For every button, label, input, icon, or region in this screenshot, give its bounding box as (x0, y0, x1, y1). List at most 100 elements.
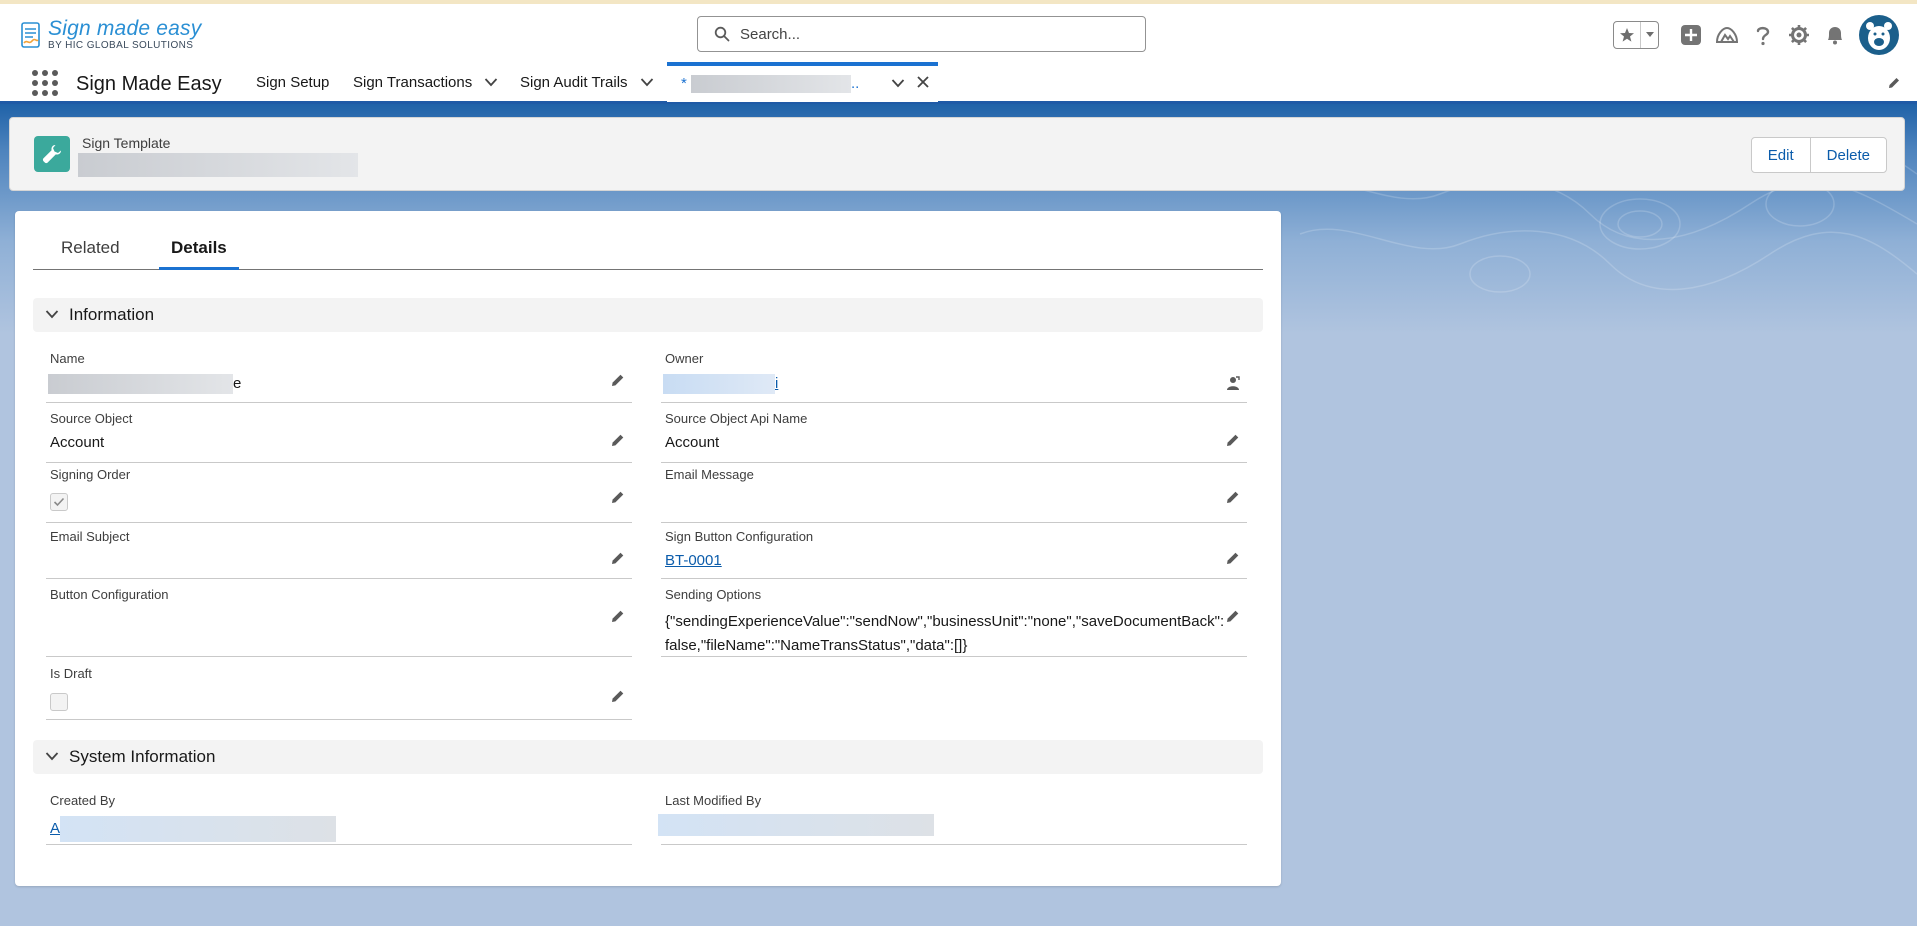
is-draft-checkbox (50, 693, 68, 711)
field-label: Name (50, 351, 85, 366)
field-label: Sending Options (665, 587, 762, 602)
nav-item-label: Sign Setup (256, 74, 330, 91)
inline-edit-pencil-icon[interactable] (1225, 608, 1241, 624)
field-label: Created By (50, 793, 116, 808)
field-source-object: Source Object Account (46, 411, 632, 463)
redacted-record-name (691, 75, 852, 94)
field-label: Last Modified By (665, 793, 762, 808)
field-label: Signing Order (50, 467, 131, 482)
logo-subtitle: BY HIC GLOBAL SOLUTIONS (48, 40, 194, 51)
app-logo[interactable]: Sign made easy BY HIC GLOBAL SOLUTIONS (20, 18, 201, 51)
record-highlights-panel: Sign Template Edit Delete (9, 117, 1905, 191)
setup-gear-icon[interactable] (1781, 17, 1817, 53)
search-icon (714, 26, 730, 42)
field-owner: Owner i (661, 351, 1247, 403)
field-sending-options: Sending Options {"sendingExperienceValue… (661, 587, 1247, 657)
global-header: Sign made easy BY HIC GLOBAL SOLUTIONS (0, 0, 1917, 64)
field-name: Name e (46, 351, 632, 403)
inline-edit-pencil-icon[interactable] (610, 372, 626, 388)
app-name: Sign Made Easy (76, 73, 222, 95)
record-tabs: Related Details (33, 211, 1263, 270)
nav-item-sign-audit-trails[interactable]: Sign Audit Trails (520, 74, 654, 91)
field-label: Sign Button Configuration (665, 529, 814, 544)
field-email-message: Email Message (661, 467, 1247, 523)
notifications-bell-icon[interactable] (1817, 17, 1853, 53)
inline-edit-pencil-icon[interactable] (1225, 432, 1241, 448)
field-value: Account (50, 434, 105, 451)
nav-item-label: Sign Transactions (353, 74, 473, 91)
last-modified-by-link[interactable] (658, 814, 934, 836)
chevron-down-icon[interactable] (640, 74, 654, 91)
tab-details[interactable]: Details (159, 238, 239, 270)
field-last-modified-by: Last Modified By (658, 793, 1247, 845)
section-title: Information (69, 305, 155, 324)
field-signing-order: Signing Order (46, 467, 632, 523)
inline-edit-pencil-icon[interactable] (1225, 550, 1241, 566)
nav-item-sign-transactions[interactable]: Sign Transactions (353, 74, 498, 91)
inline-edit-pencil-icon[interactable] (1225, 489, 1241, 505)
field-value: e (48, 374, 241, 394)
inline-edit-pencil-icon[interactable] (610, 608, 626, 624)
field-label: Button Configuration (50, 587, 169, 602)
field-source-object-api-name: Source Object Api Name Account (661, 411, 1247, 463)
field-label: Email Subject (50, 529, 130, 544)
close-tab-icon[interactable] (917, 75, 929, 93)
field-sign-button-configuration: Sign Button Configuration BT-0001 (661, 529, 1247, 579)
trailhead-icon[interactable] (1709, 17, 1745, 53)
global-actions-add-icon[interactable] (1673, 17, 1709, 53)
record-detail-card: Related Details Information Name e Owner… (15, 211, 1281, 886)
global-search-box[interactable] (697, 16, 1146, 52)
field-label: Is Draft (50, 666, 92, 681)
field-created-by: Created By A (46, 793, 632, 845)
nav-item-sign-setup[interactable]: Sign Setup (256, 74, 329, 91)
field-label: Source Object (50, 411, 133, 426)
signing-order-checkbox (50, 493, 68, 511)
field-value-link[interactable]: i (663, 374, 778, 394)
inline-edit-pencil-icon[interactable] (610, 489, 626, 505)
favorites-star-icon[interactable] (1614, 22, 1640, 48)
created-by-link[interactable]: A (50, 816, 337, 842)
field-email-subject: Email Subject (46, 529, 632, 579)
user-avatar[interactable] (1859, 15, 1899, 55)
sign-button-configuration-link[interactable]: BT-0001 (665, 552, 722, 569)
field-label: Email Message (665, 467, 754, 482)
inline-edit-pencil-icon[interactable] (610, 550, 626, 566)
delete-button[interactable]: Delete (1809, 138, 1886, 172)
record-title-redacted (78, 153, 358, 177)
edit-button[interactable]: Edit (1751, 138, 1810, 172)
tab-related[interactable]: Related (49, 238, 132, 270)
header-utility-icons (1613, 15, 1899, 55)
app-navigation-bar: Sign Made Easy Sign Setup Sign Transacti… (0, 62, 1917, 104)
record-object-type: Sign Template (82, 135, 171, 151)
current-record-tab-label: * .. (681, 74, 871, 94)
logo-document-icon (20, 20, 42, 50)
tab-label-suffix: .. (851, 74, 860, 92)
change-owner-icon[interactable] (1225, 375, 1241, 391)
inline-edit-pencil-icon[interactable] (610, 688, 626, 704)
record-action-buttons: Edit Delete (1750, 137, 1887, 173)
chevron-down-icon[interactable] (484, 74, 498, 91)
field-is-draft: Is Draft (46, 666, 632, 720)
help-icon[interactable] (1745, 17, 1781, 53)
app-launcher-icon[interactable] (32, 70, 58, 96)
section-header-information[interactable]: Information (33, 298, 1263, 332)
nav-tab-current-record[interactable]: * .. (667, 62, 938, 102)
search-input[interactable] (740, 25, 1120, 43)
section-title: System Information (69, 747, 216, 766)
favorites-dropdown-icon[interactable] (1640, 22, 1658, 48)
tab-label-prefix: * (681, 74, 692, 92)
logo-title: Sign made easy (48, 17, 202, 40)
edit-nav-items-icon[interactable] (1887, 76, 1901, 95)
chevron-down-icon (45, 306, 59, 324)
chevron-down-icon (45, 748, 59, 766)
field-button-configuration: Button Configuration (46, 587, 632, 657)
field-value: Account (665, 434, 720, 451)
field-label: Owner (665, 351, 704, 366)
favorites-button-group (1613, 21, 1659, 49)
inline-edit-pencil-icon[interactable] (610, 432, 626, 448)
chevron-down-icon[interactable] (891, 75, 905, 93)
sending-options-value: {"sendingExperienceValue":"sendNow","bus… (665, 613, 1225, 654)
wrench-icon (34, 136, 70, 172)
nav-item-label: Sign Audit Trails (520, 74, 628, 91)
section-header-system-information[interactable]: System Information (33, 740, 1263, 774)
